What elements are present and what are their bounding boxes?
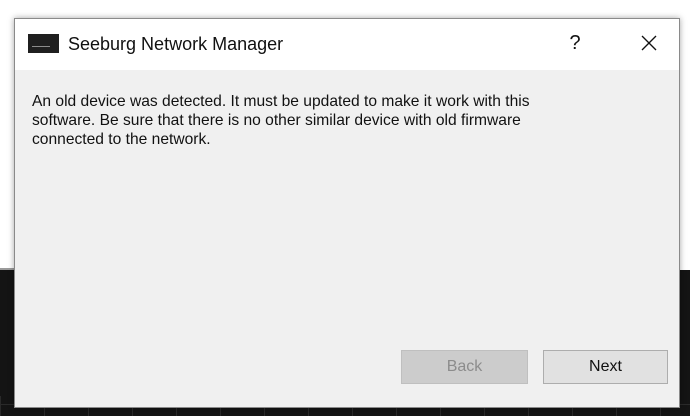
close-icon bbox=[641, 35, 657, 51]
dialog-title: Seeburg Network Manager bbox=[68, 34, 284, 54]
seeburg-logo-icon bbox=[28, 34, 59, 53]
close-button[interactable] bbox=[627, 23, 671, 63]
dialog-message: An old device was detected. It must be u… bbox=[32, 93, 530, 148]
next-button[interactable]: Next bbox=[543, 350, 668, 384]
dialog-titlebar[interactable]: Seeburg Network Manager ? bbox=[15, 19, 679, 70]
help-button[interactable]: ? bbox=[555, 23, 595, 63]
back-button[interactable]: Back bbox=[401, 350, 528, 384]
seeburg-dialog: Seeburg Network Manager ? An old device … bbox=[14, 18, 680, 408]
